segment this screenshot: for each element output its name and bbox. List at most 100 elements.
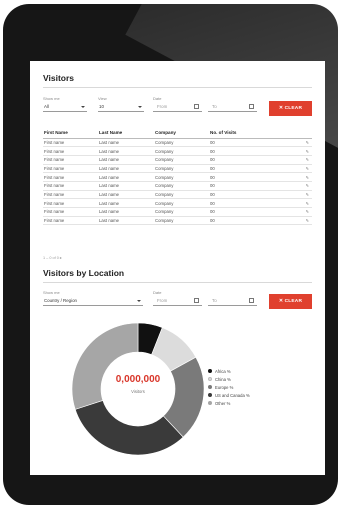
show-me-value: All [44,104,49,109]
table-cell: First name [43,207,98,217]
table-cell: Company [154,155,209,165]
table-cell: Company [154,164,209,174]
table-cell: Company [154,181,209,191]
calendar-icon[interactable] [249,298,254,303]
edit-icon[interactable]: ✎ [306,201,309,206]
location-show-me-select[interactable]: Country / Region [43,295,143,306]
edit-icon[interactable]: ✎ [306,192,309,197]
row-action-cell: ✎ [298,190,312,200]
legend-label: Europe % [215,384,234,390]
edit-icon[interactable]: ✎ [306,175,309,180]
table-row[interactable]: First name Last name Company 00 ✎ [43,207,312,217]
table-cell: Last name [98,190,154,200]
table-row[interactable]: First name Last name Company 00 ✎ [43,164,312,174]
table-cell: First name [43,146,98,156]
table-cell: 00 [209,164,298,174]
location-from-placeholder: From [157,298,168,303]
edit-icon[interactable]: ✎ [306,149,309,154]
table-cell: 00 [209,155,298,165]
table-cell: 00 [209,207,298,217]
table-cell: 00 [209,190,298,200]
table-cell: Company [154,216,209,226]
visitors-table: First Name Last Name Company No. of Visi… [43,128,312,226]
legend-label: US and Canada % [215,392,250,398]
show-me-select[interactable]: All [43,101,87,112]
from-date-input[interactable]: From [153,101,202,112]
row-action-cell: ✎ [298,216,312,226]
table-cell: First name [43,181,98,191]
to-date-input[interactable]: To [208,101,257,112]
table-cell: First name [43,190,98,200]
to-placeholder: To [212,104,217,109]
table-cell: Company [154,198,209,208]
location-divider [43,282,312,283]
table-cell: Last name [98,216,154,226]
table-cell: 00 [209,198,298,208]
total-visitors-label: Visitors [131,389,145,394]
row-action-cell: ✎ [298,146,312,156]
from-placeholder: From [157,104,168,109]
edit-icon[interactable]: ✎ [306,218,309,223]
donut-segment-3 [74,400,184,456]
row-action-cell: ✎ [298,181,312,191]
table-row[interactable]: First name Last name Company 00 ✎ [43,146,312,156]
table-row[interactable]: First name Last name Company 00 ✎ [43,172,312,182]
table-row[interactable]: First name Last name Company 00 ✎ [43,198,312,208]
table-cell: First name [43,172,98,182]
column-header-actions [298,128,312,139]
legend-swatch [208,385,212,389]
table-cell: Last name [98,146,154,156]
legend-label: Africa % [215,368,231,374]
table-cell: Company [154,172,209,182]
table-cell: 00 [209,181,298,191]
table-cell: Last name [98,172,154,182]
column-header[interactable]: Company [154,128,209,139]
legend-item: Africa % [208,367,250,375]
edit-icon[interactable]: ✎ [306,183,309,188]
legend-item: Europe % [208,383,250,391]
clear-button[interactable]: ✕ CLEAR [269,101,312,116]
location-to-date-input[interactable]: To [208,295,257,306]
table-cell: Last name [98,198,154,208]
edit-icon[interactable]: ✎ [306,157,309,162]
location-clear-button[interactable]: ✕ CLEAR [269,294,312,309]
column-header[interactable]: No. of Visits [209,128,298,139]
legend-swatch [208,393,212,397]
total-visitors-value: 0,000,000 [115,374,161,385]
location-to-placeholder: To [212,298,217,303]
legend-label: Other % [215,400,231,406]
legend-label: China % [215,376,231,382]
chevron-down-icon [137,300,141,302]
table-cell: 00 [209,146,298,156]
table-row[interactable]: First name Last name Company 00 ✎ [43,138,312,148]
column-header[interactable]: First Name [43,128,98,139]
table-row[interactable]: First name Last name Company 00 ✎ [43,181,312,191]
edit-icon[interactable]: ✎ [306,209,309,214]
row-action-cell: ✎ [298,207,312,217]
pagination[interactable]: 1 – 0 of 0 ▸ [43,255,62,260]
table-cell: Last name [98,164,154,174]
table-cell: First name [43,164,98,174]
column-header[interactable]: Last Name [98,128,154,139]
calendar-icon[interactable] [249,104,254,109]
visitors-divider [43,87,312,88]
table-row[interactable]: First name Last name Company 00 ✎ [43,190,312,200]
legend-swatch [208,377,212,381]
tablet-frame: Visitors Show me All View 10 Date From T… [3,4,338,505]
calendar-icon[interactable] [194,104,199,109]
visitors-title: Visitors [43,73,75,83]
table-row[interactable]: First name Last name Company 00 ✎ [43,216,312,226]
table-cell: First name [43,216,98,226]
edit-icon[interactable]: ✎ [306,140,309,145]
chart-legend: Africa % China % Europe % US and Canada % Ot… [208,367,250,407]
location-from-date-input[interactable]: From [153,295,202,306]
table-cell: Company [154,190,209,200]
edit-icon[interactable]: ✎ [306,166,309,171]
table-cell: First name [43,155,98,165]
table-cell: First name [43,138,98,148]
table-row[interactable]: First name Last name Company 00 ✎ [43,155,312,165]
view-select[interactable]: 10 [98,101,144,112]
calendar-icon[interactable] [194,298,199,303]
location-title: Visitors by Location [43,268,125,278]
donut-segment-4 [71,322,139,410]
